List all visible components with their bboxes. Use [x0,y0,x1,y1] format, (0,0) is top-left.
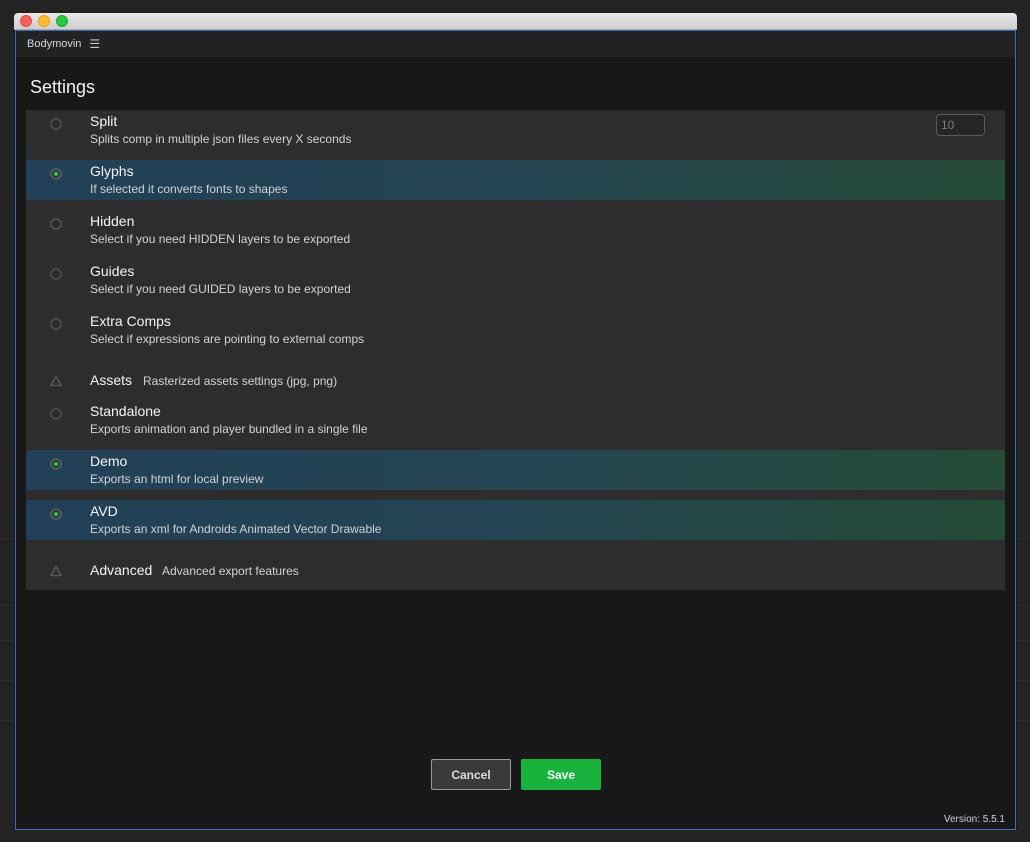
option-title: Standalone [90,403,161,419]
cancel-button[interactable]: Cancel [431,759,511,790]
option-description: Exports an html for local preview [90,472,264,486]
guides-radio[interactable] [50,268,62,280]
option-hidden[interactable]: Hidden Select if you need HIDDEN layers … [26,210,1005,250]
option-title: Hidden [90,213,135,229]
panel-header: Bodymovin ☰ [16,31,1015,57]
hidden-radio[interactable] [50,218,62,230]
extra-comps-radio[interactable] [50,318,62,330]
option-title: Guides [90,263,135,279]
option-extra-comps[interactable]: Extra Comps Select if expressions are po… [26,310,1005,350]
window-titlebar [14,13,1017,30]
option-description: If selected it converts fonts to shapes [90,182,288,196]
option-avd[interactable]: AVD Exports an xml for Androids Animated… [26,500,1005,540]
option-standalone[interactable]: Standalone Exports animation and player … [26,400,1005,440]
page-title: Settings [30,77,96,97]
panel-title: Bodymovin [27,38,82,50]
bodymovin-window: Bodymovin ☰ Settings Split Splits comp i… [14,13,1017,830]
option-description: Select if you need HIDDEN layers to be e… [90,232,351,246]
hamburger-menu-icon[interactable]: ☰ [89,38,100,50]
triangle-expand-icon[interactable] [50,375,62,387]
option-guides[interactable]: Guides Select if you need GUIDED layers … [26,260,1005,300]
zoom-window-button[interactable] [56,15,68,27]
avd-radio[interactable] [50,508,62,520]
standalone-radio[interactable] [50,408,62,420]
option-description: Exports an xml for Androids Animated Vec… [90,522,382,536]
demo-radio[interactable] [50,458,62,470]
close-window-button[interactable] [20,15,32,27]
option-description: Exports animation and player bundled in … [90,422,368,436]
option-description: Select if you need GUIDED layers to be e… [90,282,351,296]
option-title: Split [90,113,118,129]
version-label: Version: 5.5.1 [943,814,1005,825]
section-description: Rasterized assets settings (jpg, png) [143,374,338,388]
settings-list: Split Splits comp in multiple json files… [26,110,1005,590]
split-radio[interactable] [50,118,62,130]
minimize-window-button[interactable] [38,15,50,27]
option-split[interactable]: Split Splits comp in multiple json files… [26,110,1005,150]
section-title: Assets [90,372,133,388]
option-title: Glyphs [90,163,134,179]
save-button[interactable]: Save [521,759,601,790]
glyphs-radio[interactable] [50,168,62,180]
option-description: Splits comp in multiple json files every… [90,132,352,146]
triangle-expand-icon[interactable] [50,565,62,577]
split-seconds-input[interactable] [936,114,985,136]
bodymovin-panel: Bodymovin ☰ Settings Split Splits comp i… [15,30,1016,830]
option-title: Demo [90,453,128,469]
option-glyphs[interactable]: Glyphs If selected it converts fonts to … [26,160,1005,200]
option-demo[interactable]: Demo Exports an html for local preview [26,450,1005,490]
section-advanced[interactable]: Advanced Advanced export features [26,560,1005,584]
option-title: AVD [90,503,118,519]
option-title: Extra Comps [90,313,171,329]
section-title: Advanced [90,562,153,578]
section-description: Advanced export features [162,564,299,578]
section-assets[interactable]: Assets Rasterized assets settings (jpg, … [26,370,1005,394]
option-description: Select if expressions are pointing to ex… [90,332,365,346]
